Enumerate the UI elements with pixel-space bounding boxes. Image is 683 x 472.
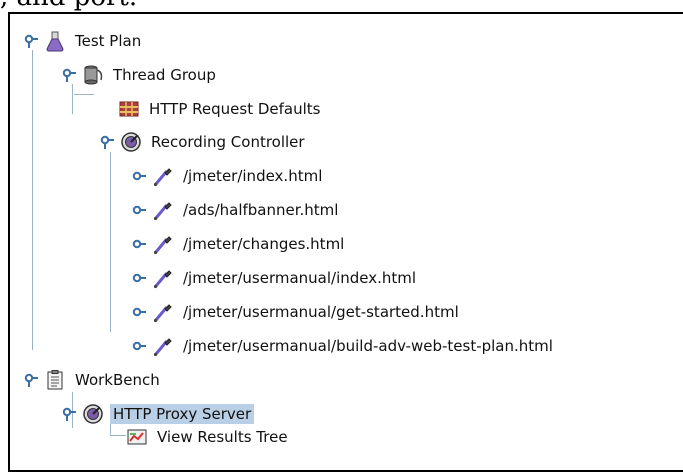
tree-node-label: /jmeter/usermanual/build-adv-web-test-pl… (183, 337, 553, 355)
flask-icon (46, 31, 64, 52)
pipette-icon (153, 168, 172, 187)
expand-toggle-icon[interactable] (24, 34, 38, 48)
collapsed-toggle-icon[interactable] (132, 271, 146, 285)
tree-node-sampler[interactable]: /jmeter/usermanual/get-started.html (132, 297, 462, 327)
pipette-icon (153, 270, 172, 289)
tree-node-label: /jmeter/usermanual/index.html (183, 269, 417, 287)
test-tree: Test Plan Thread Group HTTP Request Defa… (10, 14, 683, 470)
tree-node-recording-controller[interactable]: Recording Controller (100, 127, 308, 157)
tree-node-label: HTTP Request Defaults (149, 100, 321, 118)
config-element-icon (119, 101, 139, 117)
expand-toggle-icon[interactable] (24, 373, 38, 387)
pipette-icon (153, 202, 172, 221)
expand-toggle-icon[interactable] (100, 135, 114, 149)
tree-node-workbench[interactable]: WorkBench (24, 365, 163, 395)
listener-chart-icon (127, 429, 147, 445)
caption-text: , and port. (0, 0, 137, 12)
tree-node-sampler[interactable]: /jmeter/index.html (132, 161, 325, 191)
tree-node-label: Recording Controller (151, 133, 305, 151)
tree-node-test-plan[interactable]: Test Plan (24, 26, 144, 56)
tree-line (110, 152, 111, 332)
expand-toggle-icon[interactable] (62, 68, 76, 82)
tree-node-thread-group[interactable]: Thread Group (62, 60, 219, 90)
tree-line (110, 435, 126, 436)
collapsed-toggle-icon[interactable] (132, 339, 146, 353)
spool-icon (84, 65, 103, 85)
tree-node-label: /jmeter/index.html (183, 167, 323, 185)
tree-node-label: /jmeter/usermanual/get-started.html (183, 303, 459, 321)
collapsed-toggle-icon[interactable] (132, 203, 146, 217)
tree-node-sampler[interactable]: /jmeter/changes.html (132, 229, 347, 259)
tree-node-sampler[interactable]: /ads/halfbanner.html (132, 195, 341, 225)
tree-node-sampler[interactable]: /jmeter/usermanual/build-adv-web-test-pl… (132, 331, 556, 361)
collapsed-toggle-icon[interactable] (132, 169, 146, 183)
pipette-icon (153, 338, 172, 357)
tree-node-label: HTTP Proxy Server (110, 404, 255, 424)
collapsed-toggle-icon[interactable] (132, 305, 146, 319)
tree-node-label: /jmeter/changes.html (183, 235, 345, 253)
tree-node-view-results-tree[interactable]: View Results Tree (126, 422, 291, 452)
tree-line (74, 94, 94, 95)
controller-dial-icon (121, 132, 141, 152)
controller-dial-icon (83, 404, 103, 424)
tree-line (32, 50, 33, 350)
tree-node-label: Test Plan (75, 32, 142, 50)
collapsed-toggle-icon[interactable] (132, 237, 146, 251)
tree-node-label: Thread Group (113, 66, 216, 84)
tree-panel: Test Plan Thread Group HTTP Request Defa… (8, 12, 683, 472)
expand-toggle-icon[interactable] (62, 407, 76, 421)
tree-node-sampler[interactable]: /jmeter/usermanual/index.html (132, 263, 419, 293)
tree-node-http-request-defaults[interactable]: HTTP Request Defaults (118, 94, 323, 124)
tree-node-label: /ads/halfbanner.html (183, 201, 339, 219)
tree-node-label: WorkBench (75, 371, 160, 389)
pipette-icon (153, 304, 172, 323)
tree-node-label: View Results Tree (157, 428, 288, 446)
pipette-icon (153, 236, 172, 255)
clipboard-icon (47, 370, 63, 390)
